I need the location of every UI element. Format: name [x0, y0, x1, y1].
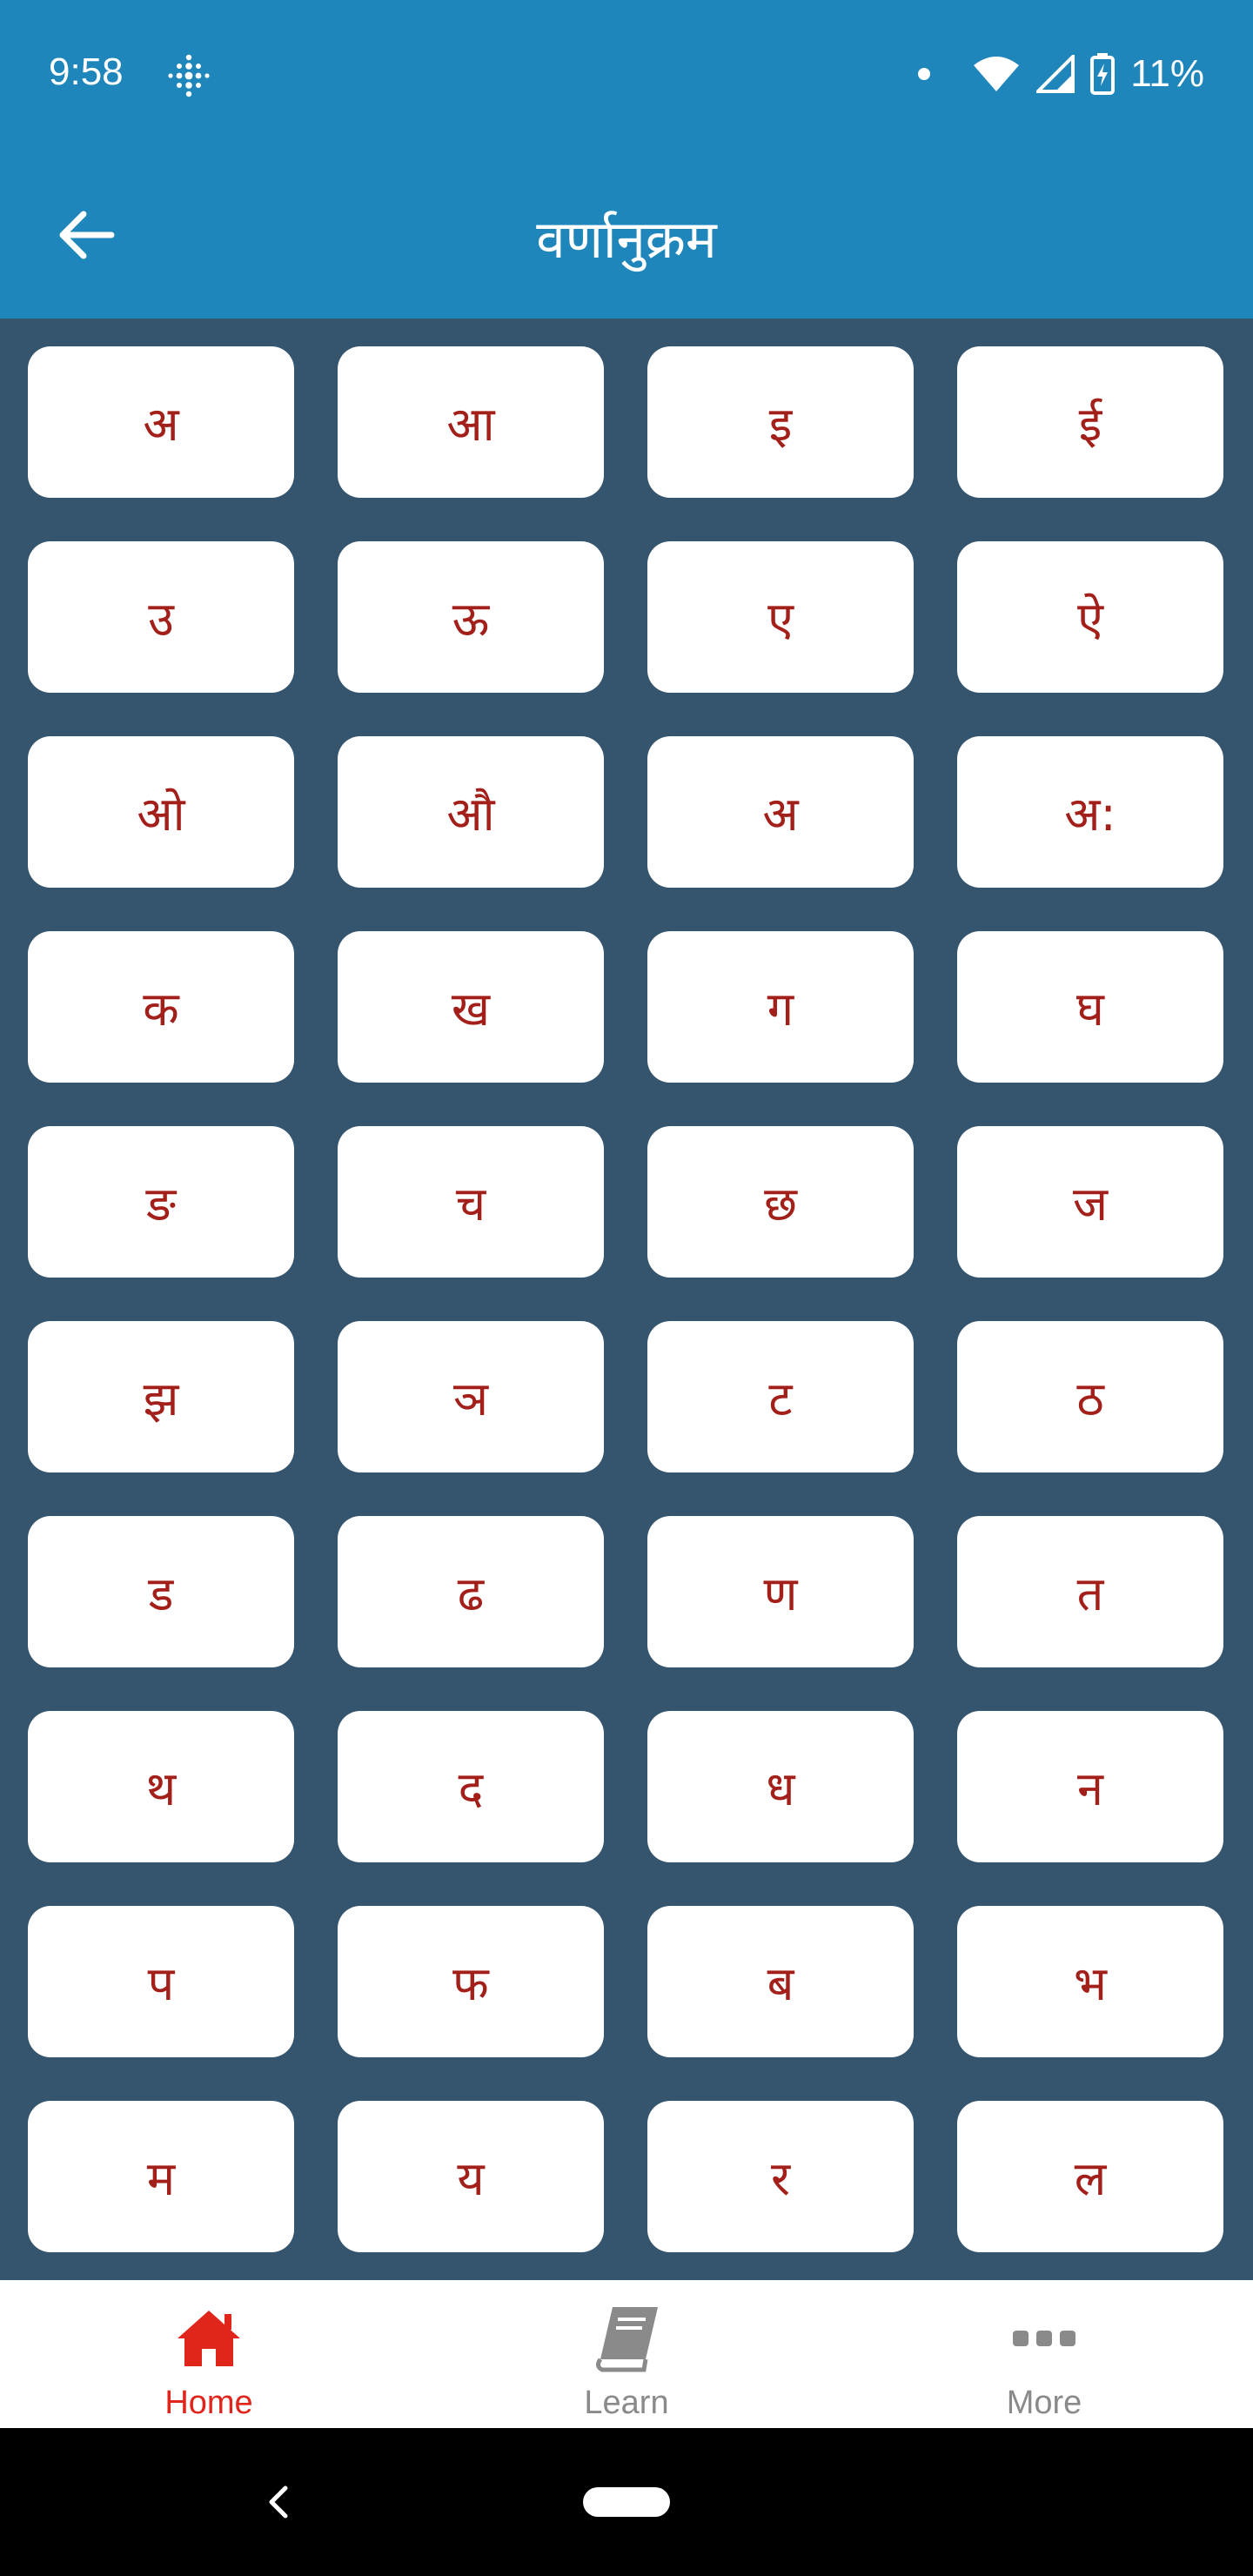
screen: 9:58 11% वर्णानुक्रम अ आ इ ई उ ऊ ए ऐ ओ औ… [0, 0, 1253, 2576]
nav-learn-label: Learn [584, 2385, 669, 2421]
letter-card[interactable]: ड [28, 1516, 294, 1667]
letter-grid: अ आ इ ई उ ऊ ए ऐ ओ औ अ अ: क ख ग घ ङ च छ ज झ ञ ट ठ ड ढ ण त थ द ध न प फ ब भ म य र… [28, 346, 1225, 2252]
page-title: वर्णानुक्रम [536, 210, 717, 271]
status-icons: 11% [918, 50, 1204, 97]
letter-card[interactable]: ठ [957, 1321, 1223, 1472]
letter-card[interactable]: क [28, 931, 294, 1083]
letter-card[interactable]: अ [647, 736, 914, 888]
letter-card[interactable]: ब [647, 1906, 914, 2057]
letter-card[interactable]: ङ [28, 1126, 294, 1278]
home-icon [171, 2301, 246, 2376]
letter-card[interactable]: न [957, 1711, 1223, 1862]
more-icon [1007, 2301, 1082, 2376]
letter-card[interactable]: उ [28, 541, 294, 693]
letter-card[interactable]: ल [957, 2101, 1223, 2252]
letter-card[interactable]: औ [338, 736, 604, 888]
system-nav-bar [0, 2428, 1253, 2576]
letter-card[interactable]: ण [647, 1516, 914, 1667]
letter-card[interactable]: ऊ [338, 541, 604, 693]
letter-card[interactable]: ई [957, 346, 1223, 498]
system-back-icon[interactable] [252, 2476, 305, 2528]
battery-charging-icon [1090, 53, 1116, 95]
letter-card[interactable]: छ [647, 1126, 914, 1278]
letter-card[interactable]: प [28, 1906, 294, 2057]
status-time: 9:58 [49, 50, 124, 93]
nav-home[interactable]: Home [0, 2280, 418, 2428]
letter-card[interactable]: ऐ [957, 541, 1223, 693]
system-home-pill[interactable] [583, 2487, 670, 2517]
letter-card[interactable]: ए [647, 541, 914, 693]
letter-card[interactable]: म [28, 2101, 294, 2252]
wifi-icon [974, 57, 1020, 91]
letter-card[interactable]: ञ [338, 1321, 604, 1472]
letter-card[interactable]: ओ [28, 736, 294, 888]
status-bar: 9:58 11% [0, 0, 1253, 148]
letter-card[interactable]: भ [957, 1906, 1223, 2057]
letter-card[interactable]: ज [957, 1126, 1223, 1278]
letter-card[interactable]: फ [338, 1906, 604, 2057]
nav-home-label: Home [164, 2385, 253, 2421]
letter-card[interactable]: त [957, 1516, 1223, 1667]
letter-card[interactable]: ख [338, 931, 604, 1083]
battery-percentage: 11% [1130, 52, 1204, 95]
letter-card[interactable]: य [338, 2101, 604, 2252]
nav-learn[interactable]: Learn [418, 2280, 835, 2428]
letter-card[interactable]: घ [957, 931, 1223, 1083]
letter-card[interactable]: अ: [957, 736, 1223, 888]
fitbit-icon [168, 54, 210, 97]
letter-card[interactable]: आ [338, 346, 604, 498]
signal-icon [1036, 55, 1075, 93]
letter-card[interactable]: झ [28, 1321, 294, 1472]
book-icon [589, 2301, 664, 2376]
letter-card[interactable]: च [338, 1126, 604, 1278]
nav-more[interactable]: More [835, 2280, 1253, 2428]
letter-card[interactable]: ग [647, 931, 914, 1083]
letter-card[interactable]: ध [647, 1711, 914, 1862]
letter-card[interactable]: ढ [338, 1516, 604, 1667]
letter-card[interactable]: द [338, 1711, 604, 1862]
letter-card[interactable]: र [647, 2101, 914, 2252]
letter-card[interactable]: ट [647, 1321, 914, 1472]
notification-dot [918, 68, 931, 80]
nav-more-label: More [1006, 2385, 1082, 2421]
letter-card[interactable]: थ [28, 1711, 294, 1862]
letter-card[interactable]: इ [647, 346, 914, 498]
app-bar: वर्णानुक्रम [0, 148, 1253, 319]
letter-card[interactable]: अ [28, 346, 294, 498]
bottom-nav: Home Learn More [0, 2280, 1253, 2428]
